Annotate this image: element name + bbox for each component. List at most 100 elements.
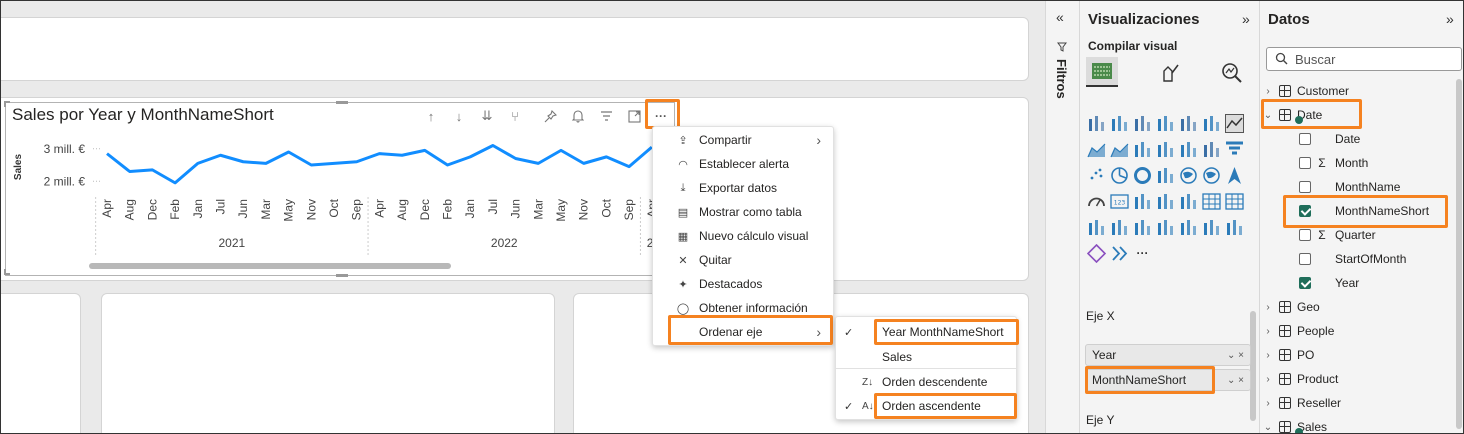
stacked-area-visual-icon[interactable] xyxy=(1110,140,1129,159)
menu-item-nuevo-c-lculo-visual[interactable]: ▦ Nuevo cálculo visual xyxy=(653,224,833,248)
scatter-visual-icon[interactable] xyxy=(1087,166,1106,185)
ribbon-visual-icon[interactable] xyxy=(1179,140,1198,159)
field-startofmonth[interactable]: StartOfMonth xyxy=(1263,247,1406,271)
data-search-box[interactable]: Buscar xyxy=(1266,47,1462,71)
top-visual-card[interactable] xyxy=(1,17,1029,81)
fork-icon[interactable]: ⑂ xyxy=(506,107,524,125)
power-apps-visual-icon[interactable] xyxy=(1086,243,1107,264)
chevron-right-icon[interactable]: › xyxy=(1263,326,1273,337)
filter-icon[interactable] xyxy=(597,107,615,125)
filters-pane-collapsed[interactable]: « Filtros xyxy=(1045,1,1079,433)
map-visual-icon[interactable] xyxy=(1179,166,1198,185)
clustered-column-visual-icon[interactable] xyxy=(1156,114,1175,133)
chevron-right-icon[interactable]: › xyxy=(1263,350,1273,361)
paginated-visual-icon[interactable] xyxy=(1202,218,1221,237)
filled-map-visual-icon[interactable] xyxy=(1202,166,1221,185)
power-automate-visual-icon[interactable] xyxy=(1110,244,1129,263)
chart-scrollbar[interactable] xyxy=(89,263,451,269)
line-chart[interactable]: Sales 3 mill. € 2 mill. € Apr Aug Dec Feb Jan Ju… xyxy=(1,131,661,271)
expand-viz-pane-icon[interactable]: » xyxy=(1242,11,1250,27)
table-geo[interactable]: › Geo xyxy=(1263,295,1319,319)
100-column-visual-icon[interactable] xyxy=(1202,114,1221,133)
table-people[interactable]: › People xyxy=(1263,319,1334,343)
gauge-visual-icon[interactable] xyxy=(1087,192,1106,211)
menu-item-quitar[interactable]: ✕ Quitar xyxy=(653,248,833,272)
qa-visual-icon[interactable] xyxy=(1156,218,1175,237)
slicer-visual-icon[interactable] xyxy=(1179,192,1198,211)
build-visual-tab[interactable] xyxy=(1086,57,1118,87)
field-checkbox[interactable] xyxy=(1299,181,1311,193)
line-selected-visual-icon[interactable] xyxy=(1225,114,1244,133)
pie-visual-icon[interactable] xyxy=(1110,166,1129,185)
chevron-right-icon[interactable]: › xyxy=(1263,374,1273,385)
field-year[interactable]: Year xyxy=(1263,271,1359,295)
donut-visual-icon[interactable] xyxy=(1133,166,1152,185)
menu-item-exportar-datos[interactable]: ⤓ Exportar datos xyxy=(653,176,833,200)
python-visual-visual-icon[interactable] xyxy=(1110,218,1129,237)
area-visual-icon[interactable] xyxy=(1087,140,1106,159)
bell-icon[interactable] xyxy=(569,107,587,125)
field-checkbox[interactable] xyxy=(1299,229,1311,241)
multi-row-card-visual-icon[interactable] xyxy=(1133,192,1152,211)
more-visuals-visual-icon[interactable]: ··· xyxy=(1133,244,1152,263)
format-visual-tab-icon[interactable] xyxy=(1158,61,1184,87)
table-sales[interactable]: ⌄ Sales xyxy=(1263,415,1327,433)
table-po[interactable]: › PO xyxy=(1263,343,1314,367)
line-column-visual-icon[interactable] xyxy=(1133,140,1152,159)
search-input[interactable]: Buscar xyxy=(1295,52,1335,67)
sort-option-orden-descendente[interactable]: Z↓ Orden descendente xyxy=(836,370,1016,394)
chevron-right-icon[interactable]: › xyxy=(1263,302,1273,313)
focus-mode-icon[interactable] xyxy=(625,107,643,125)
resize-handle-top-left[interactable] xyxy=(4,101,10,107)
menu-item-compartir[interactable]: ⇪ Compartir › xyxy=(653,128,833,152)
azure-map-visual-icon[interactable] xyxy=(1225,166,1244,185)
pin-icon[interactable] xyxy=(541,107,559,125)
field-month[interactable]: Σ Month xyxy=(1263,151,1368,175)
table-product[interactable]: › Product xyxy=(1263,367,1338,391)
line-column-2-visual-icon[interactable] xyxy=(1156,140,1175,159)
double-arrow-down-icon[interactable]: ⇊ xyxy=(478,107,496,125)
menu-item-mostrar-como-tabla[interactable]: ▤ Mostrar como tabla xyxy=(653,200,833,224)
smart-narrative-visual-icon[interactable] xyxy=(1179,218,1198,237)
arrow-up-icon[interactable]: ↑ xyxy=(422,107,440,125)
field-checkbox[interactable] xyxy=(1299,253,1311,265)
data-pane-scrollbar[interactable] xyxy=(1456,79,1462,429)
100-bar-visual-icon[interactable] xyxy=(1179,114,1198,133)
matrix-visual-icon[interactable] xyxy=(1225,192,1244,211)
field-checkbox[interactable] xyxy=(1299,277,1311,289)
viz-pane-scrollbar[interactable] xyxy=(1250,311,1256,421)
table-visual-icon[interactable] xyxy=(1202,192,1221,211)
expand-data-pane-icon[interactable]: » xyxy=(1446,11,1454,27)
menu-item-destacados[interactable]: ✦ Destacados xyxy=(653,272,833,296)
stacked-column-visual-icon[interactable] xyxy=(1110,114,1129,133)
kpi-visual-icon[interactable] xyxy=(1156,192,1175,211)
resize-handle-top[interactable] xyxy=(336,101,348,104)
stacked-bar-visual-icon[interactable] xyxy=(1087,114,1106,133)
resize-handle-bottom[interactable] xyxy=(336,274,348,277)
x-field-year-controls[interactable]: ⌄ × xyxy=(1227,350,1244,361)
key-influencers-visual-icon[interactable] xyxy=(1225,218,1244,237)
field-checkbox[interactable] xyxy=(1299,157,1311,169)
waterfall-visual-icon[interactable] xyxy=(1202,140,1221,159)
card-visual-icon[interactable]: 123 xyxy=(1110,192,1129,211)
clustered-bar-visual-icon[interactable] xyxy=(1133,114,1152,133)
r-visual-visual-icon[interactable] xyxy=(1087,218,1106,237)
bottom-card-2[interactable] xyxy=(101,293,555,433)
field-checkbox[interactable] xyxy=(1299,133,1311,145)
x-field-monthnameshort-controls[interactable]: ⌄ × xyxy=(1227,375,1244,386)
arrow-down-icon[interactable]: ↓ xyxy=(450,107,468,125)
decomposition-tree-visual-icon[interactable] xyxy=(1133,218,1152,237)
chevron-right-icon[interactable]: › xyxy=(1263,86,1273,97)
filters-pane-label[interactable]: Filtros xyxy=(1054,59,1069,99)
treemap-visual-icon[interactable] xyxy=(1156,166,1175,185)
x-axis-field-year[interactable]: Year ⌄ × xyxy=(1085,344,1251,366)
bottom-card-1[interactable] xyxy=(1,293,81,433)
menu-item-establecer-alerta[interactable]: ◠ Establecer alerta xyxy=(653,152,833,176)
field-date[interactable]: Date xyxy=(1263,127,1360,151)
collapse-filters-icon[interactable]: « xyxy=(1056,9,1064,25)
sort-option-sales[interactable]: Sales xyxy=(836,345,1016,369)
analytics-tab-icon[interactable] xyxy=(1220,61,1246,87)
funnel-visual-icon[interactable] xyxy=(1225,140,1244,159)
chevron-right-icon[interactable]: › xyxy=(1263,398,1273,409)
chevron-down-icon[interactable]: ⌄ xyxy=(1263,422,1273,433)
